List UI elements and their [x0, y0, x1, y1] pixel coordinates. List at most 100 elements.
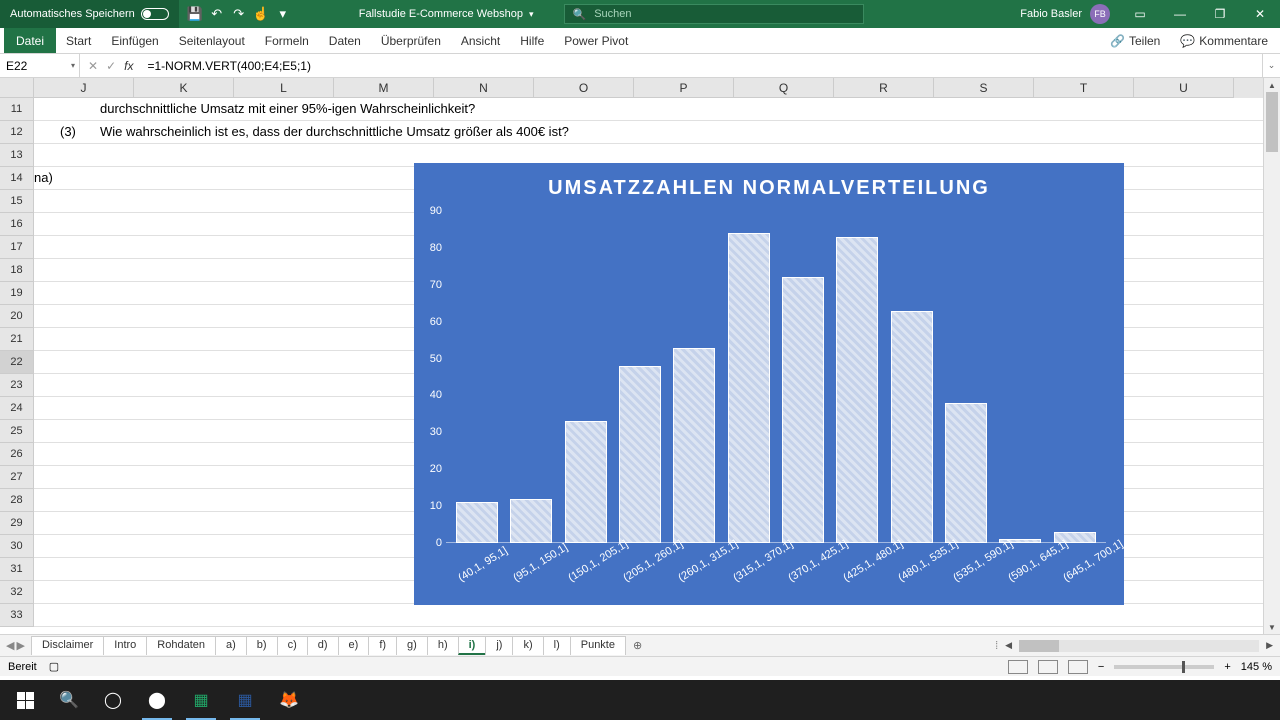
toggle-switch[interactable] — [141, 8, 169, 20]
sheet-tab[interactable]: Rohdaten — [146, 636, 216, 655]
chart-bar[interactable] — [565, 421, 607, 543]
tab-daten[interactable]: Daten — [319, 28, 371, 53]
sheet-tab[interactable]: d) — [307, 636, 339, 655]
row-header-32[interactable]: 32 — [0, 581, 34, 604]
zoom-slider[interactable] — [1114, 665, 1214, 669]
fx-icon[interactable]: fx — [124, 59, 133, 73]
tab-file[interactable]: Datei — [4, 28, 56, 53]
tab-ansicht[interactable]: Ansicht — [451, 28, 510, 53]
maximize-icon[interactable]: ❐ — [1200, 0, 1240, 28]
row-header-31[interactable]: 31 — [0, 558, 34, 581]
sheet-tab[interactable]: i) — [458, 636, 487, 655]
qat-more-icon[interactable]: ▾ — [275, 6, 291, 22]
sheet-tab[interactable]: Punkte — [570, 636, 626, 655]
taskbar-search-icon[interactable]: 🔍 — [48, 680, 90, 720]
chart-bar[interactable] — [891, 311, 933, 543]
formula-input[interactable]: =1-NORM.VERT(400;E4;E5;1) — [141, 54, 1262, 77]
chart-bar[interactable] — [836, 237, 878, 543]
macro-record-icon[interactable]: ▢ — [49, 660, 59, 673]
sheet-tab[interactable]: a) — [215, 636, 247, 655]
cancel-icon[interactable]: ✕ — [88, 59, 98, 73]
row-header-21[interactable]: 21 — [0, 328, 34, 351]
cells-grid[interactable]: durchschnittliche Umsatz mit einer 95%-i… — [34, 98, 1263, 634]
chart-bar[interactable] — [456, 502, 498, 543]
chart-bar[interactable] — [510, 499, 552, 543]
column-header-S[interactable]: S — [934, 78, 1034, 98]
column-header-N[interactable]: N — [434, 78, 534, 98]
ribbon-display-icon[interactable]: ▭ — [1120, 0, 1160, 28]
row-header-11[interactable]: 11 — [0, 98, 34, 121]
sheet-tab[interactable]: b) — [246, 636, 278, 655]
comments-button[interactable]: 💬Kommentare — [1172, 34, 1276, 48]
row-header-26[interactable]: 26 — [0, 443, 34, 466]
view-normal-icon[interactable] — [1008, 660, 1028, 674]
sheet-tab[interactable]: g) — [396, 636, 428, 655]
view-page-layout-icon[interactable] — [1038, 660, 1058, 674]
tab-power pivot[interactable]: Power Pivot — [554, 28, 638, 53]
row-header-22[interactable]: 22 — [0, 351, 34, 374]
formula-expand-icon[interactable]: ⌄ — [1262, 54, 1280, 77]
row-header-12[interactable]: 12 — [0, 121, 34, 144]
column-header-M[interactable]: M — [334, 78, 434, 98]
search-bar[interactable]: 🔍 Suchen — [564, 4, 864, 24]
scroll-down-icon[interactable]: ▼ — [1264, 620, 1280, 634]
share-button[interactable]: 🔗Teilen — [1102, 34, 1168, 48]
sheet-tab[interactable]: k) — [512, 636, 543, 655]
row-header-19[interactable]: 19 — [0, 282, 34, 305]
zoom-out-icon[interactable]: − — [1098, 661, 1104, 673]
touch-mode-icon[interactable]: ☝ — [253, 6, 269, 22]
redo-icon[interactable]: ↷ — [231, 6, 247, 22]
minimize-icon[interactable]: — — [1160, 0, 1200, 28]
scroll-thumb[interactable] — [1266, 92, 1278, 152]
hscroll-left-icon[interactable]: ◀ — [1002, 640, 1015, 651]
taskbar-obs-icon[interactable]: ⬤ — [136, 680, 178, 720]
zoom-in-icon[interactable]: + — [1224, 661, 1230, 673]
sheet-tab[interactable]: l) — [543, 636, 571, 655]
column-header-J[interactable]: J — [34, 78, 134, 98]
name-box[interactable]: E22 — [0, 54, 80, 77]
close-icon[interactable]: ✕ — [1240, 0, 1280, 28]
chart-histogram[interactable]: UMSATZZAHLEN NORMALVERTEILUNG 0102030405… — [414, 163, 1124, 605]
sheet-nav[interactable]: ◀▶ — [0, 639, 31, 652]
row-header-28[interactable]: 28 — [0, 489, 34, 512]
row-header-27[interactable]: 27 — [0, 466, 34, 489]
select-all-corner[interactable] — [0, 78, 34, 98]
row-header-20[interactable]: 20 — [0, 305, 34, 328]
sheet-tab[interactable]: Intro — [103, 636, 147, 655]
column-header-T[interactable]: T — [1034, 78, 1134, 98]
row-header-30[interactable]: 30 — [0, 535, 34, 558]
row-header-29[interactable]: 29 — [0, 512, 34, 535]
tab-hilfe[interactable]: Hilfe — [510, 28, 554, 53]
column-header-U[interactable]: U — [1134, 78, 1234, 98]
column-header-K[interactable]: K — [134, 78, 234, 98]
column-header-O[interactable]: O — [534, 78, 634, 98]
horizontal-scrollbar[interactable]: ⁞ ◀ ▶ — [650, 640, 1280, 652]
chart-bar[interactable] — [728, 233, 770, 543]
hscroll-right-icon[interactable]: ▶ — [1263, 640, 1276, 651]
taskbar-cortana-icon[interactable]: ◯ — [92, 680, 134, 720]
user-account[interactable]: Fabio Basler FB — [1010, 4, 1120, 24]
taskbar-word-icon[interactable]: ▦ — [224, 680, 266, 720]
row-header-25[interactable]: 25 — [0, 420, 34, 443]
add-sheet-button[interactable]: ⊕ — [625, 639, 650, 652]
document-title[interactable]: Fallstudie E-Commerce Webshop ▾ — [359, 8, 534, 20]
undo-icon[interactable]: ↶ — [209, 6, 225, 22]
column-header-P[interactable]: P — [634, 78, 734, 98]
chart-bar[interactable] — [782, 277, 824, 543]
sheet-tab[interactable]: Disclaimer — [31, 636, 104, 655]
column-header-L[interactable]: L — [234, 78, 334, 98]
save-icon[interactable]: 💾 — [187, 6, 203, 22]
start-button[interactable] — [4, 680, 46, 720]
sheet-tab[interactable]: c) — [277, 636, 308, 655]
tab-einfügen[interactable]: Einfügen — [101, 28, 168, 53]
taskbar-excel-icon[interactable]: ▦ — [180, 680, 222, 720]
sheet-tab[interactable]: e) — [338, 636, 370, 655]
row-header-14[interactable]: 14 — [0, 167, 34, 190]
row-header-15[interactable]: 15 — [0, 190, 34, 213]
row-header-24[interactable]: 24 — [0, 397, 34, 420]
scroll-up-icon[interactable]: ▲ — [1264, 78, 1280, 92]
column-header-Q[interactable]: Q — [734, 78, 834, 98]
sheet-tab[interactable]: f) — [368, 636, 397, 655]
hscroll-track[interactable] — [1019, 640, 1259, 652]
vertical-scrollbar[interactable]: ▲ ▼ — [1263, 78, 1280, 634]
